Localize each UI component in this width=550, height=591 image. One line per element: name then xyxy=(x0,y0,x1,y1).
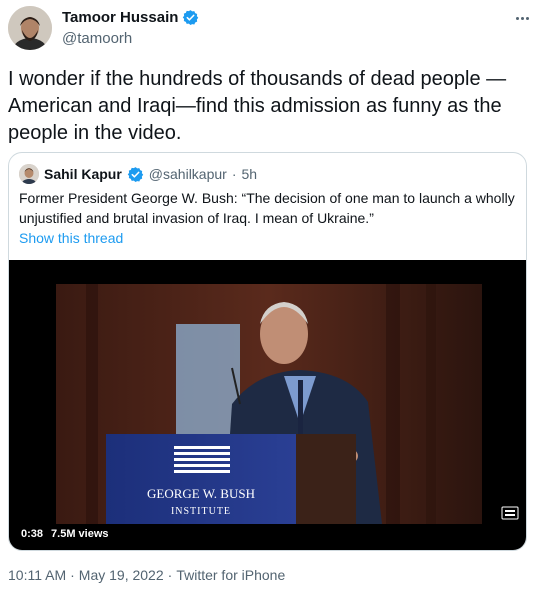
timestamp-separator: · xyxy=(70,567,75,583)
quoted-tweet-header: Sahil Kapur @sahilkapur · 5h xyxy=(19,164,257,184)
timestamp-time[interactable]: 10:11 AM xyxy=(8,567,66,583)
podium-title: GEORGE W. BUSH xyxy=(147,486,255,501)
video-meta: 0:38 7.5M views xyxy=(21,528,109,540)
author-name-row: Tamoor Hussain xyxy=(62,9,199,26)
verified-badge-icon xyxy=(182,9,199,26)
quoted-handle[interactable]: @sahilkapur xyxy=(149,166,227,182)
quoted-author-avatar[interactable] xyxy=(19,164,39,184)
video-frame: GEORGE W. BUSH INSTITUTE xyxy=(56,284,482,524)
author-avatar[interactable] xyxy=(8,6,52,50)
quoted-verified-badge-icon xyxy=(127,166,144,183)
quoted-time[interactable]: 5h xyxy=(242,166,258,182)
video-player[interactable]: GEORGE W. BUSH INSTITUTE 0:38 7.5M views xyxy=(9,260,526,550)
quoted-tweet-text: Former President George W. Bush: “The de… xyxy=(19,190,515,226)
tweet-timestamp: 10:11 AM · May 19, 2022 · Twitter for iP… xyxy=(8,567,285,583)
show-thread-link[interactable]: Show this thread xyxy=(19,230,123,246)
author-handle[interactable]: @tamoorh xyxy=(62,30,132,47)
quoted-separator: · xyxy=(231,166,237,182)
video-duration: 0:38 xyxy=(21,528,44,540)
tweet-text: I wonder if the hundreds of thousands of… xyxy=(8,68,507,144)
author-display-name[interactable]: Tamoor Hussain xyxy=(62,9,178,26)
channel-logo-icon xyxy=(500,504,520,522)
tweet: Tamoor Hussain @tamoorh I wonder if the … xyxy=(0,0,550,591)
tweet-source[interactable]: Twitter for iPhone xyxy=(176,567,285,583)
quoted-display-name[interactable]: Sahil Kapur xyxy=(44,166,122,182)
quoted-tweet-card[interactable]: Sahil Kapur @sahilkapur · 5h Former Pres… xyxy=(8,152,527,551)
more-options-icon[interactable] xyxy=(512,10,532,26)
podium-subtitle: INSTITUTE xyxy=(171,506,231,517)
timestamp-separator: · xyxy=(167,567,173,583)
video-views: 7.5M views xyxy=(51,528,109,540)
timestamp-date[interactable]: May 19, 2022 xyxy=(79,567,164,583)
